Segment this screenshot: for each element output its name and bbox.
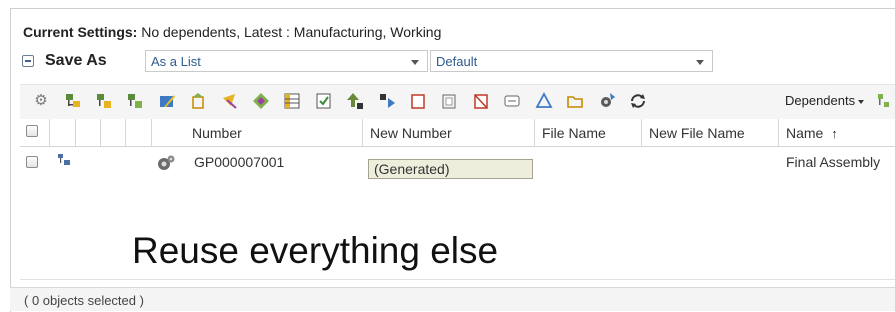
table-row[interactable]: GP000007001 (Generated) Final Assembly — [20, 147, 895, 187]
overlay-caption: Reuse everything else — [132, 230, 499, 271]
structure-tree-icon[interactable] — [64, 92, 82, 110]
save-as-label: Save As — [45, 52, 107, 69]
column-header-number[interactable]: Number — [152, 119, 363, 146]
recycle-icon[interactable] — [535, 92, 553, 110]
select-all-checkbox[interactable] — [26, 125, 38, 137]
chevron-down-icon — [858, 99, 865, 104]
column-header-file-name[interactable]: File Name — [535, 119, 642, 146]
filter-select-value: Default — [436, 54, 478, 69]
chevron-down-icon — [696, 60, 704, 65]
dependents-label: Dependents — [785, 93, 856, 108]
edit-attributes-icon[interactable] — [158, 92, 176, 110]
replace-icon[interactable] — [252, 92, 270, 110]
column-header-new-file-name[interactable]: New File Name — [642, 119, 779, 146]
revise-icon[interactable] — [598, 92, 616, 110]
checkbox[interactable] — [26, 156, 38, 168]
column-header-name-label: Name — [786, 125, 824, 141]
collapse-icon[interactable] — [22, 55, 34, 67]
toolbar: ⚙ Dependents — [20, 84, 895, 120]
add-parts-icon[interactable] — [95, 92, 113, 110]
new-number-field[interactable]: (Generated) — [368, 159, 533, 179]
current-settings: Current Settings: No dependents, Latest … — [23, 24, 441, 40]
wand-icon[interactable] — [221, 92, 239, 110]
move-up-icon[interactable] — [346, 92, 364, 110]
column-header-blank[interactable] — [101, 119, 126, 146]
part-structure-icon — [57, 153, 71, 170]
settings-gear-icon[interactable]: ⚙ — [32, 92, 50, 110]
select-all-icon[interactable] — [440, 92, 458, 110]
part-gear-icon — [156, 154, 176, 175]
save-as-row: Save As — [22, 49, 115, 73]
clear-icon[interactable] — [409, 92, 427, 110]
part-name: Final Assembly — [786, 154, 881, 170]
checklist-icon[interactable] — [315, 92, 333, 110]
structure-tree-icon[interactable] — [876, 92, 894, 110]
current-settings-value: No dependents, Latest : Manufacturing, W… — [137, 24, 442, 40]
move-down-icon[interactable] — [378, 92, 396, 110]
part-number[interactable]: GP000007001 — [194, 154, 284, 170]
table-header: Number New Number File Name New File Nam… — [20, 119, 895, 147]
dependents-menu[interactable]: Dependents — [785, 93, 865, 108]
chevron-down-icon — [411, 60, 419, 65]
current-settings-label: Current Settings: — [23, 24, 138, 40]
table-grid-icon[interactable] — [283, 92, 301, 110]
row-checkbox[interactable] — [26, 156, 38, 168]
column-header-blank[interactable] — [126, 119, 152, 146]
sort-ascending-icon: ↑ — [831, 126, 838, 141]
table-divider — [20, 279, 895, 280]
column-header-blank[interactable] — [76, 119, 101, 146]
select-all-checkbox-header — [20, 119, 50, 146]
status-bar: ( 0 objects selected ) — [10, 287, 895, 311]
insert-part-icon[interactable] — [126, 92, 144, 110]
rename-icon[interactable] — [503, 92, 521, 110]
column-header-name[interactable]: Name ↑ — [779, 119, 895, 146]
column-header-blank[interactable] — [50, 119, 76, 146]
view-select[interactable]: As a List — [145, 50, 428, 72]
column-header-new-number[interactable]: New Number — [363, 119, 535, 146]
remove-icon[interactable] — [472, 92, 490, 110]
view-select-value: As a List — [151, 54, 201, 69]
new-part-icon[interactable] — [189, 92, 207, 110]
refresh-icon[interactable] — [629, 92, 647, 110]
filter-select[interactable]: Default — [430, 50, 713, 72]
folder-icon[interactable] — [566, 92, 584, 110]
